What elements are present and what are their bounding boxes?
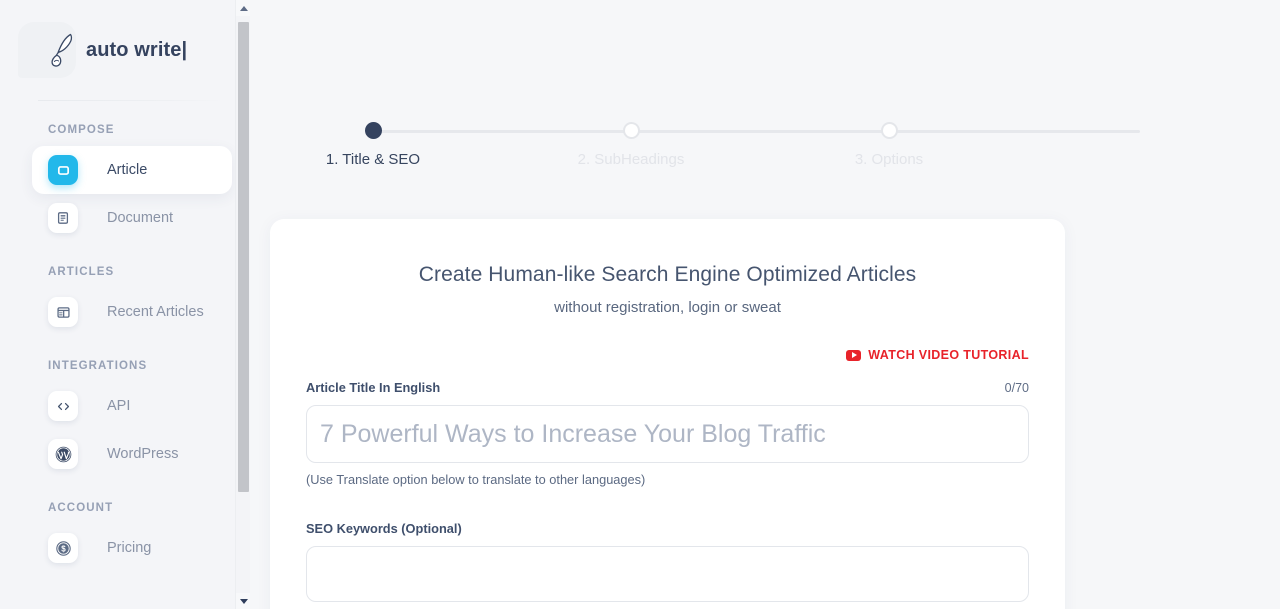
step-subheadings[interactable]: 2. SubHeadings bbox=[556, 112, 706, 168]
sidebar-item-api[interactable]: API bbox=[32, 382, 232, 430]
sidebar-item-wordpress[interactable]: WordPress bbox=[32, 430, 232, 478]
code-brackets-icon bbox=[48, 391, 78, 421]
sidebar-item-label: Article bbox=[107, 162, 148, 178]
sidebar-item-label: API bbox=[107, 398, 131, 414]
sidebar-item-label: WordPress bbox=[107, 446, 179, 462]
stepper-track bbox=[373, 130, 1140, 133]
watch-video-tutorial-link[interactable]: WATCH VIDEO TUTORIAL bbox=[306, 348, 1029, 362]
sidebar-item-document[interactable]: Document bbox=[32, 194, 232, 242]
sidebar-item-article[interactable]: Article bbox=[32, 146, 232, 194]
nav-section-account: ACCOUNT bbox=[48, 502, 114, 514]
svg-text:$: $ bbox=[61, 544, 66, 553]
seo-keywords-field-group: SEO Keywords (Optional) bbox=[306, 521, 1029, 602]
sidebar-item-label: Document bbox=[107, 210, 174, 226]
sidebar-item-pricing[interactable]: $ Pricing bbox=[32, 524, 232, 572]
brand-name: auto write| bbox=[86, 38, 188, 61]
quill-pen-icon bbox=[46, 30, 76, 70]
play-triangle-icon bbox=[851, 352, 857, 358]
sidebar-item-label: Pricing bbox=[107, 540, 152, 556]
brand[interactable]: auto write| bbox=[0, 0, 250, 100]
form-card: Create Human-like Search Engine Optimize… bbox=[270, 219, 1065, 609]
step-label: 1. Title & SEO bbox=[325, 151, 421, 168]
sidebar-item-label: Recent Articles bbox=[107, 304, 204, 320]
step-label: 2. SubHeadings bbox=[577, 151, 685, 168]
document-icon bbox=[48, 203, 78, 233]
step-dot bbox=[622, 122, 640, 139]
article-title-counter: 0/70 bbox=[1004, 381, 1029, 395]
sidebar-item-recent-articles[interactable]: Recent Articles bbox=[32, 288, 232, 336]
step-dot bbox=[364, 122, 382, 139]
app-root: auto write| COMPOSE Article Document ART… bbox=[0, 0, 1280, 609]
article-title-input[interactable] bbox=[306, 405, 1029, 463]
nav-section-articles: ARTICLES bbox=[48, 266, 115, 278]
watch-video-tutorial-label: WATCH VIDEO TUTORIAL bbox=[868, 348, 1029, 362]
chevron-down-icon bbox=[239, 598, 248, 604]
nav-section-compose: COMPOSE bbox=[48, 124, 115, 136]
layout-grid-icon bbox=[48, 297, 78, 327]
progress-stepper: 1. Title & SEO 2. SubHeadings 3. Options bbox=[326, 112, 1155, 182]
scroll-down-button[interactable] bbox=[236, 593, 250, 609]
wordpress-icon bbox=[48, 439, 78, 469]
sidebar-scrollbar[interactable] bbox=[235, 0, 250, 609]
article-title-hint: (Use Translate option below to translate… bbox=[306, 472, 646, 487]
youtube-icon bbox=[846, 349, 862, 361]
page-subtitle: without registration, login or sweat bbox=[554, 299, 781, 316]
scroll-up-button[interactable] bbox=[236, 0, 250, 16]
step-dot bbox=[880, 122, 898, 139]
sidebar-nav: COMPOSE Article Document ARTICLES Recent… bbox=[0, 100, 250, 572]
step-label: 3. Options bbox=[854, 151, 924, 168]
sidebar: auto write| COMPOSE Article Document ART… bbox=[0, 0, 250, 609]
seo-keywords-label: SEO Keywords (Optional) bbox=[306, 521, 462, 536]
page-title: Create Human-like Search Engine Optimize… bbox=[418, 263, 917, 286]
article-title-field-group: Article Title In English 0/70 (Use Trans… bbox=[306, 380, 1029, 487]
article-title-field-header: Article Title In English 0/70 bbox=[306, 380, 1029, 395]
seo-keywords-field-header: SEO Keywords (Optional) bbox=[306, 521, 1029, 536]
article-square-icon bbox=[48, 155, 78, 185]
nav-section-integrations: INTEGRATIONS bbox=[48, 360, 148, 372]
seo-keywords-input[interactable] bbox=[306, 546, 1029, 602]
dollar-coin-icon: $ bbox=[48, 533, 78, 563]
step-title-and-seo[interactable]: 1. Title & SEO bbox=[298, 112, 448, 168]
scrollbar-thumb[interactable] bbox=[238, 22, 249, 492]
main-content: 1. Title & SEO 2. SubHeadings 3. Options… bbox=[250, 0, 1280, 609]
chevron-up-icon bbox=[239, 5, 248, 11]
article-title-label: Article Title In English bbox=[306, 380, 441, 395]
step-options[interactable]: 3. Options bbox=[814, 112, 964, 168]
